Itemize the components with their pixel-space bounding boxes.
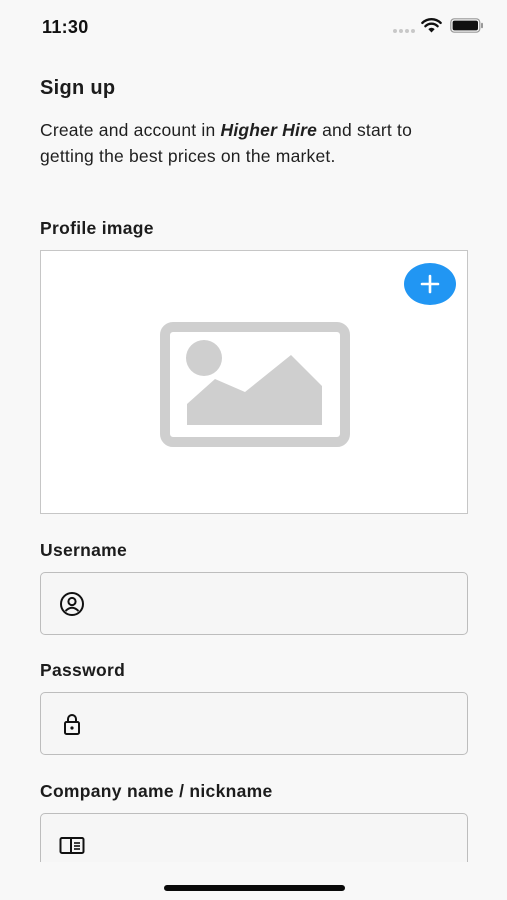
intro-text: Create and account in Higher Hire and st… bbox=[40, 117, 460, 169]
password-field[interactable] bbox=[40, 692, 468, 755]
battery-icon bbox=[450, 18, 483, 33]
password-label: Password bbox=[40, 660, 126, 680]
signup-screen: 11:30 Sign up Create and account in High… bbox=[0, 0, 507, 900]
signal-dots-icon bbox=[393, 29, 415, 33]
username-input[interactable] bbox=[99, 573, 459, 633]
status-bar: 11:30 bbox=[0, 0, 507, 52]
lock-icon bbox=[64, 714, 80, 735]
plus-icon bbox=[420, 274, 440, 294]
brand-name: Higher Hire bbox=[220, 120, 318, 140]
username-field[interactable] bbox=[40, 572, 468, 635]
bottom-safe-area bbox=[0, 862, 507, 900]
status-time: 11:30 bbox=[42, 17, 89, 37]
profile-image-label: Profile image bbox=[40, 218, 154, 238]
user-circle-icon bbox=[60, 592, 84, 616]
home-indicator[interactable] bbox=[164, 885, 345, 891]
intro-prefix: Create and account in bbox=[40, 120, 221, 140]
username-label: Username bbox=[40, 540, 128, 560]
wifi-icon bbox=[421, 18, 442, 33]
password-input[interactable] bbox=[99, 693, 459, 753]
id-card-icon bbox=[59, 837, 85, 854]
image-placeholder-icon bbox=[160, 322, 350, 447]
add-image-button[interactable] bbox=[404, 263, 456, 305]
page-title: Sign up bbox=[40, 77, 116, 99]
profile-image-picker[interactable] bbox=[40, 250, 468, 514]
company-label: Company name / nickname bbox=[40, 781, 273, 801]
